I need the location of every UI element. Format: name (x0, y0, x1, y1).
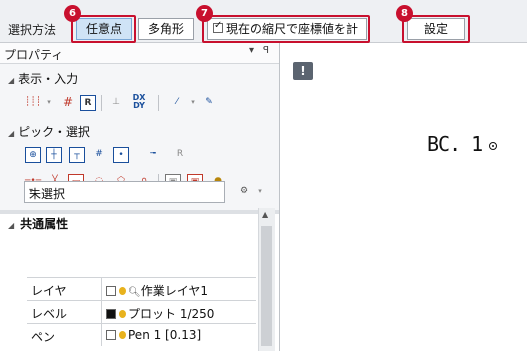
grid-icon[interactable]: # (60, 95, 76, 111)
compute-coords-toggle[interactable]: 現在の縮尺で座標値を計算 (207, 18, 367, 56)
drawing-canvas[interactable] (280, 43, 527, 351)
section-display-input-label: 表示・入力 (18, 72, 79, 86)
target-circle-icon[interactable] (489, 142, 497, 150)
callout-badge-7: 7 (196, 5, 213, 22)
color-swatch-icon (106, 330, 116, 340)
settings-gear-icon[interactable]: ⚙ (236, 184, 252, 200)
property-value-text: 作業レイヤ1 (140, 284, 208, 298)
property-row-level[interactable]: レベル プロット 1/250 (27, 300, 256, 323)
marker-set-icon[interactable]: ┊┊┊ (25, 95, 41, 111)
section-display-input[interactable]: ◢ 表示・入力 (8, 70, 78, 87)
callout-badge-8: 8 (396, 5, 413, 22)
pick-grid-icon[interactable]: # (91, 147, 107, 163)
vertical-scrollbar[interactable]: ▲ (258, 208, 275, 351)
polygon-button[interactable]: 多角形 (138, 18, 194, 40)
lightbulb-icon (119, 287, 126, 295)
callout-badge-6: 6 (64, 5, 81, 22)
scroll-up-icon[interactable]: ▲ (262, 210, 268, 219)
section-pick-select[interactable]: ◢ ピック・選択 (8, 123, 90, 140)
selection-method-label: 選択方法 (8, 23, 57, 37)
pin-icon[interactable]: ꟼ (263, 45, 269, 56)
top-toolbar: 選択方法 任意点 6 多角形 現在の縮尺で座標値を計算 7 設定 8 (0, 0, 527, 56)
chevron-down-icon: ▾ (29, 186, 34, 195)
section-pick-select-label: ピック・選択 (18, 125, 90, 139)
pick-point-icon[interactable]: ⊕ (25, 147, 41, 163)
pick-corner-icon[interactable]: • (113, 147, 129, 163)
settings-button[interactable]: 設定 (407, 18, 465, 40)
dx-dy-icon[interactable]: DX DY (131, 94, 147, 110)
property-value[interactable]: プロット 1/250 (106, 305, 214, 322)
dropdown-arrow-icon[interactable]: ▾ (185, 95, 201, 111)
app-window: 選択方法 任意点 6 多角形 現在の縮尺で座標値を計算 7 設定 8 プロパティ… (0, 0, 527, 351)
common-attributes-group[interactable]: ◢ 共通属性 (8, 215, 68, 232)
property-value-text: プロット 1/250 (128, 307, 215, 321)
eyedropper-icon[interactable]: ✎ (201, 95, 217, 111)
separator (158, 95, 159, 111)
pick-edge-icon[interactable]: ┬ (69, 147, 85, 163)
property-value[interactable]: Pen 1 [0.13] (106, 328, 201, 342)
common-attributes-title: 共通属性 (20, 217, 69, 231)
column-divider (101, 301, 102, 323)
panel-header: プロパティ ▾ ꟼ (0, 43, 279, 64)
dropdown-arrow-icon[interactable]: ▾ (249, 45, 254, 56)
collapse-triangle-icon: ◢ (8, 76, 15, 85)
color-swatch-icon (106, 286, 116, 296)
bc-point-label: BC. 1 (427, 132, 483, 156)
pick-offset-icon[interactable]: ╼ (145, 147, 161, 163)
lightbulb-icon (119, 310, 126, 318)
collapse-triangle-icon: ◢ (8, 221, 15, 230)
property-key: ペン (31, 330, 56, 344)
column-divider (101, 278, 102, 300)
separator (101, 95, 102, 111)
r-mode-icon[interactable]: R (80, 95, 96, 111)
property-value-text: Pen 1 [0.13] (128, 328, 202, 342)
lightbulb-icon (119, 331, 126, 339)
property-key: レイヤ (31, 284, 67, 298)
pick-cross-icon[interactable]: ┼ (46, 147, 62, 163)
dropdown-arrow-icon[interactable]: ▾ (41, 95, 57, 111)
property-value[interactable]: 🔍︎作業レイヤ1 (106, 282, 208, 299)
scrollbar-thumb[interactable] (261, 226, 272, 346)
selection-combo[interactable]: 未選択 ▾ (24, 181, 225, 203)
dropdown-arrow-icon[interactable]: ▾ (252, 184, 268, 200)
info-icon[interactable]: ! (293, 62, 313, 80)
align-icon[interactable]: ⊥ (108, 95, 124, 111)
panel-title: プロパティ (4, 48, 64, 62)
property-row-pen[interactable]: ペン Pen 1 [0.13] (27, 323, 256, 346)
collapse-triangle-icon: ◢ (8, 129, 15, 138)
magic-wand-icon[interactable]: ⁄ (169, 95, 185, 111)
color-swatch-icon (106, 309, 116, 319)
arbitrary-point-button[interactable]: 任意点 (76, 18, 132, 40)
checkbox-icon[interactable] (213, 20, 223, 33)
property-row-layer[interactable]: レイヤ 🔍︎作業レイヤ1 (27, 277, 256, 300)
column-divider (101, 324, 102, 346)
magnifier-icon: 🔍︎ (128, 287, 141, 298)
pick-r-icon[interactable]: R (172, 147, 188, 163)
property-key: レベル (31, 307, 68, 321)
